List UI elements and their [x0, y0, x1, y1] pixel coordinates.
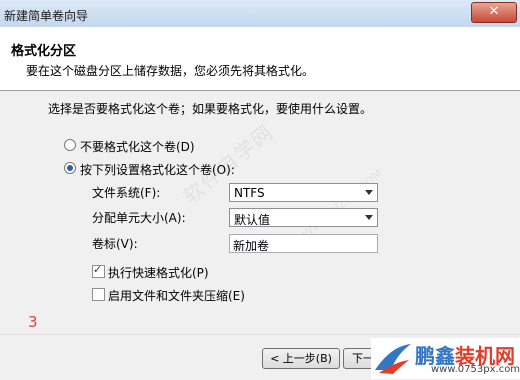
compression-checkbox[interactable]: [92, 288, 105, 301]
format-radio[interactable]: [64, 162, 76, 174]
no-format-label[interactable]: 不要格式化这个卷(D): [80, 138, 195, 155]
quick-format-label[interactable]: 执行快速格式化(P): [108, 264, 209, 281]
window-title: 新建简单卷向导: [4, 9, 89, 23]
volume-label-label: 卷标(V):: [92, 237, 138, 251]
compression-label[interactable]: 启用文件和文件夹压缩(E): [108, 287, 245, 304]
volume-label-input[interactable]: 新加卷: [229, 234, 378, 253]
allocation-unit-value: 默认值: [234, 213, 271, 227]
title-bar: 新建简单卷向导 ✕: [0, 0, 520, 28]
allocation-unit-label: 分配单元大小(A):: [92, 211, 186, 225]
back-button[interactable]: < 上一步(B): [262, 348, 340, 369]
wizard-header: 格式化分区 要在这个磁盘分区上储存数据，您必须先将其格式化。: [0, 27, 520, 91]
page-title: 格式化分区: [11, 44, 77, 59]
step-marker: 3: [28, 313, 38, 331]
wizard-body: 软件自学网 WWW.RJZXW.COM 选择是否要格式化这个卷；如果要格式化，要…: [0, 91, 520, 334]
file-system-label: 文件系统(F):: [92, 186, 161, 200]
page-subtitle: 要在这个磁盘分区上储存数据，您必须先将其格式化。: [26, 64, 315, 78]
file-system-value: NTFS: [234, 186, 265, 200]
volume-label-value: 新加卷: [233, 239, 270, 253]
close-button[interactable]: ✕: [471, 2, 517, 23]
chevron-down-icon: [365, 190, 373, 195]
close-icon: ✕: [488, 4, 500, 19]
site-logo: 鹏鑫装机网 www.0753px.com: [371, 338, 520, 379]
logo-url: www.0753px.com: [431, 364, 520, 375]
watermark-url: WWW.RJZXW.COM: [300, 166, 385, 241]
allocation-unit-select[interactable]: 默认值: [229, 208, 378, 227]
quick-format-checkbox[interactable]: [92, 263, 105, 278]
file-system-select[interactable]: NTFS: [229, 183, 378, 202]
format-label[interactable]: 按下列设置格式化这个卷(O):: [80, 161, 235, 178]
logo-icon: [375, 344, 411, 374]
chevron-down-icon: [365, 215, 373, 220]
no-format-radio[interactable]: [64, 139, 76, 151]
prompt-text: 选择是否要格式化这个卷；如果要格式化，要使用什么设置。: [48, 102, 373, 116]
